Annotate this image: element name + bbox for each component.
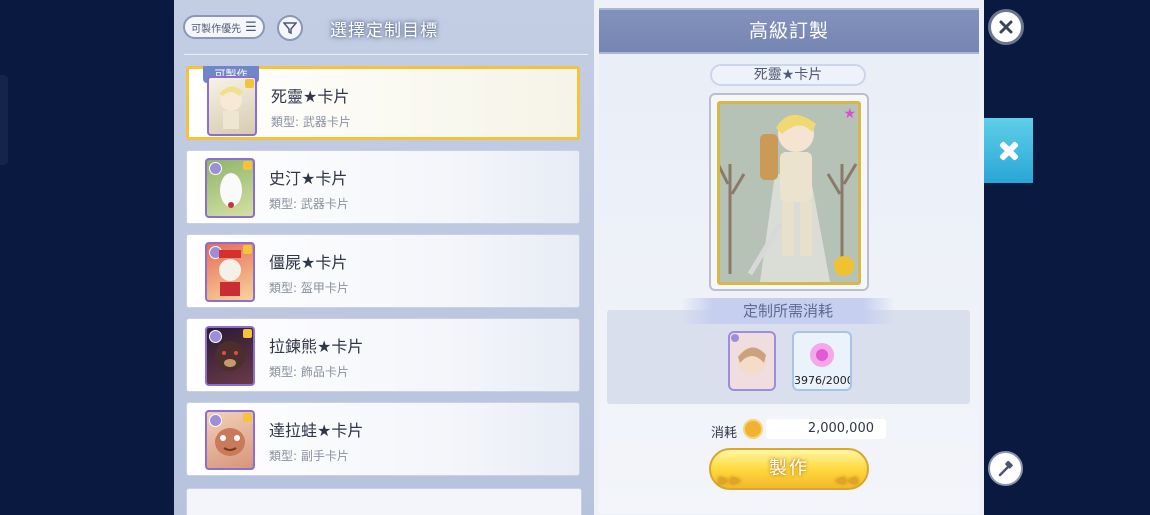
advanced-craft-panel: 高級訂製 死靈★卡片 ★ 3976/2000 定制所需消耗 消耗 2,000,0… <box>599 5 979 515</box>
character-icon <box>219 250 241 296</box>
card-item-dara-frog[interactable]: 達拉蛙★卡片 類型: 副手卡片 <box>186 402 580 476</box>
card-name: 拉鍊熊★卡片 <box>269 337 364 356</box>
preview-card-name: 死靈★卡片 <box>710 64 866 86</box>
card-type: 類型: 盔甲卡片 <box>269 281 349 295</box>
card-thumbnail <box>205 242 255 302</box>
filter-icon <box>283 22 297 35</box>
character-icon <box>219 86 243 129</box>
card-name: 達拉蛙★卡片 <box>269 421 364 440</box>
character-icon <box>215 341 245 371</box>
panel-header: 高級訂製 <box>599 8 979 54</box>
side-tab-crafting[interactable] <box>984 118 1033 183</box>
card-type: 類型: 飾品卡片 <box>269 365 349 379</box>
tool-button[interactable] <box>988 451 1023 486</box>
panel-title: 選擇定制目標 <box>330 21 438 41</box>
card-item-partial[interactable] <box>186 488 582 515</box>
card-thumbnail <box>205 410 255 470</box>
essence-icon <box>810 343 834 367</box>
card-item-zombie[interactable]: 僵屍★卡片 類型: 盔甲卡片 <box>186 234 580 308</box>
cost-title: 定制所需消耗 <box>681 298 895 324</box>
card-type: 類型: 副手卡片 <box>269 449 349 463</box>
card-item-dead-soul[interactable]: 可製作 死靈★卡片 類型: 武器卡片 <box>186 66 580 140</box>
sort-label: 可製作優先 <box>191 23 242 35</box>
filter-button[interactable] <box>277 15 303 41</box>
left-edge-tab[interactable] <box>0 75 8 165</box>
card-type: 類型: 武器卡片 <box>271 115 351 129</box>
material-card-slot[interactable] <box>728 331 776 391</box>
card-name: 僵屍★卡片 <box>269 253 348 272</box>
crafting-window: 可製作優先 ☰ 選擇定制目標 可製作 死靈★卡片 類型: 武器卡片 史汀★卡片 … <box>174 0 984 515</box>
card-item-zipper-bear[interactable]: 拉鍊熊★卡片 類型: 飾品卡片 <box>186 318 580 392</box>
consume-row: 消耗 2,000,000 <box>711 419 971 441</box>
make-button[interactable]: ►► 製作 ◄◄ <box>709 448 869 490</box>
card-thumbnail <box>205 158 255 218</box>
divider <box>184 54 588 55</box>
consume-label: 消耗 <box>711 426 738 441</box>
character-icon <box>215 428 245 456</box>
card-thumbnail <box>205 326 255 386</box>
coin-icon <box>743 419 763 439</box>
sort-button[interactable]: 可製作優先 ☰ <box>183 15 265 39</box>
preview-card: ★ <box>709 93 869 291</box>
hammer-icon <box>998 460 1013 476</box>
dead-soul-character-image <box>720 104 858 282</box>
card-name: 史汀★卡片 <box>269 169 348 188</box>
close-icon <box>999 20 1013 34</box>
close-button[interactable] <box>988 9 1024 45</box>
target-select-panel: 可製作優先 ☰ 選擇定制目標 可製作 死靈★卡片 類型: 武器卡片 史汀★卡片 … <box>174 0 594 515</box>
material-count: 3976/2000 <box>794 374 852 387</box>
arrow-left-icon: ►► <box>719 473 743 488</box>
card-type: 類型: 武器卡片 <box>269 197 349 211</box>
card-name: 死靈★卡片 <box>271 87 350 106</box>
material-character-icon <box>731 334 766 375</box>
sort-icon: ☰ <box>245 19 257 35</box>
cost-box: 3976/2000 <box>607 310 970 404</box>
crafting-tools-icon <box>999 141 1018 160</box>
material-item-slot[interactable]: 3976/2000 <box>792 331 852 391</box>
card-item-stinger[interactable]: 史汀★卡片 類型: 武器卡片 <box>186 150 580 224</box>
card-artwork: ★ <box>717 101 861 285</box>
character-icon <box>220 173 242 208</box>
consume-value: 2,000,000 <box>766 419 886 439</box>
arrow-right-icon: ◄◄ <box>835 473 859 488</box>
star-icon: ★ <box>843 106 856 122</box>
make-button-label: 製作 <box>769 458 809 479</box>
card-thumbnail <box>207 76 257 136</box>
